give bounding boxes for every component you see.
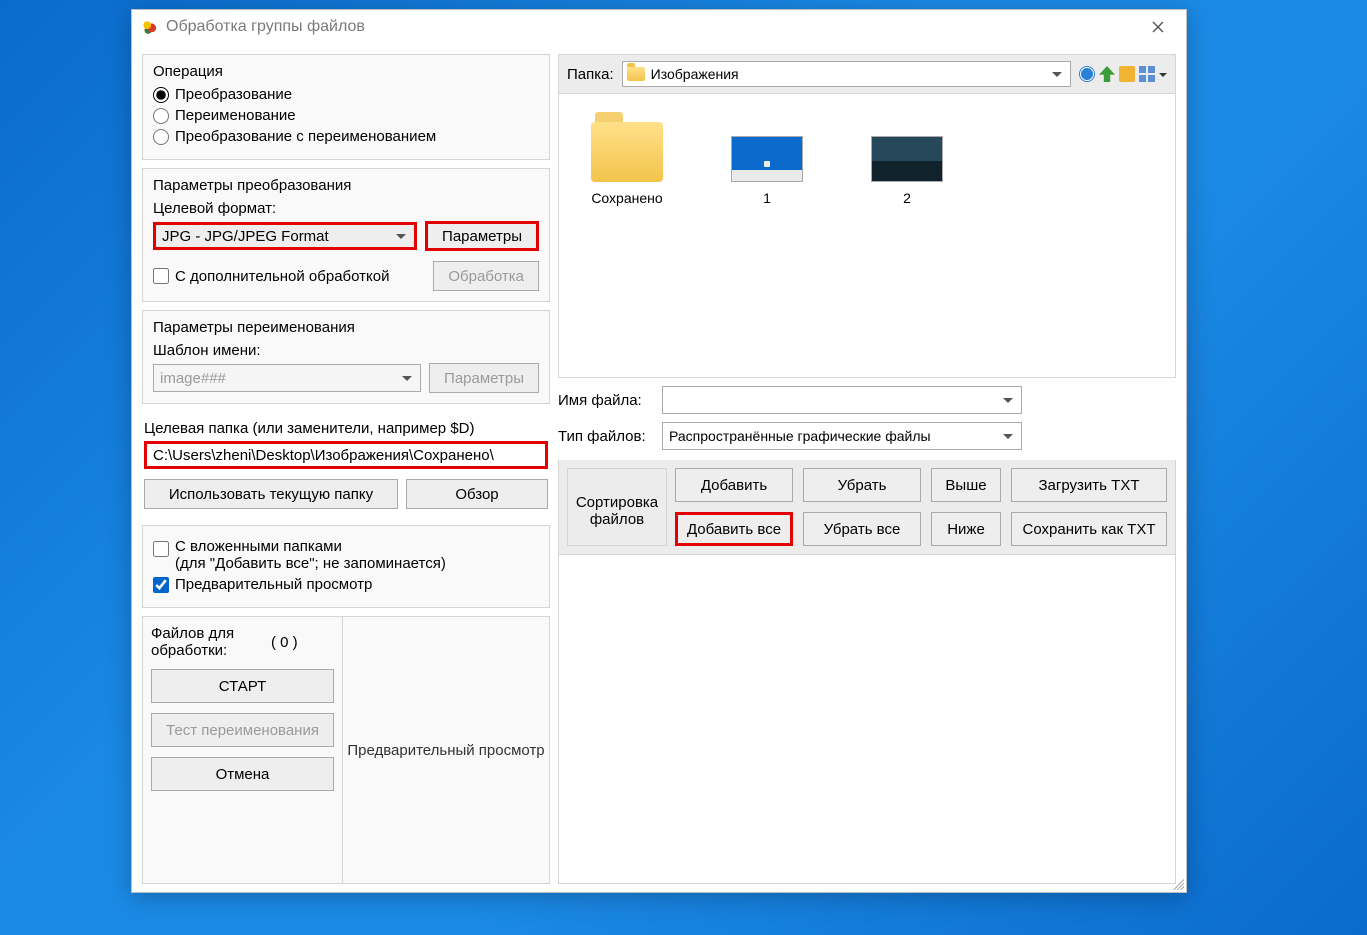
view-grid-icon[interactable] <box>1139 66 1155 82</box>
start-button[interactable]: СТАРТ <box>151 669 334 703</box>
filetype-value: Распространённые графические файлы <box>669 428 931 444</box>
target-format-select[interactable]: JPG - JPG/JPEG Format <box>153 222 417 250</box>
move-down-button[interactable]: Ниже <box>931 512 1001 546</box>
cancel-button[interactable]: Отмена <box>151 757 334 791</box>
target-folder-group: Целевая папка (или заменители, например … <box>142 412 550 517</box>
preview-checkbox[interactable] <box>153 577 169 593</box>
radio-convert[interactable]: Преобразование <box>153 86 539 103</box>
app-icon <box>140 18 158 36</box>
convert-params-group: Параметры преобразования Целевой формат:… <box>142 168 550 302</box>
processing-button[interactable]: Обработка <box>433 261 539 291</box>
filetype-combo[interactable]: Распространённые графические файлы <box>662 422 1022 450</box>
preview-label: Предварительный просмотр <box>175 576 372 593</box>
name-template-label: Шаблон имени: <box>153 342 539 359</box>
radio-convert-label: Преобразование <box>175 86 292 103</box>
browse-button[interactable]: Обзор <box>406 479 548 509</box>
view-dropdown-icon[interactable] <box>1159 73 1167 81</box>
preview-panel: Предварительный просмотр <box>343 617 549 883</box>
files-for-processing-label: Файлов для обработки: <box>151 625 261 659</box>
resize-grip[interactable] <box>1170 876 1184 890</box>
thumb-label: 2 <box>857 190 957 206</box>
window-title: Обработка группы файлов <box>166 18 365 36</box>
with-processing-checkbox[interactable] <box>153 268 169 284</box>
radio-rename-label: Переименование <box>175 107 296 124</box>
thumb-item[interactable]: 2 <box>857 112 957 369</box>
use-current-folder-button[interactable]: Использовать текущую папку <box>144 479 398 509</box>
with-processing-label: С дополнительной обработкой <box>175 268 389 285</box>
action-row: Сортировка файлов Добавить Убрать Выше З… <box>558 460 1176 555</box>
name-template-value: image### <box>160 370 226 387</box>
preview-check[interactable]: Предварительный просмотр <box>153 576 539 593</box>
subfolders-check[interactable]: С вложенными папками (для "Добавить все"… <box>153 538 539 572</box>
save-txt-button[interactable]: Сохранить как TXT <box>1011 512 1167 546</box>
file-list[interactable] <box>558 555 1176 884</box>
filename-combo[interactable] <box>662 386 1022 414</box>
run-group: Файлов для обработки: ( 0 ) СТАРТ Тест п… <box>142 616 550 884</box>
web-icon[interactable] <box>1079 66 1095 82</box>
filename-row: Имя файла: <box>558 386 1176 414</box>
folder-bar: Папка: Изображения <box>558 54 1176 94</box>
radio-convert-rename-input[interactable] <box>153 129 169 145</box>
target-folder-label: Целевая папка (или заменители, например … <box>144 420 548 437</box>
move-up-button[interactable]: Выше <box>931 468 1001 502</box>
rename-params-title: Параметры переименования <box>153 319 539 336</box>
filetype-label: Тип файлов: <box>558 428 654 445</box>
load-txt-button[interactable]: Загрузить TXT <box>1011 468 1167 502</box>
add-button[interactable]: Добавить <box>675 468 793 502</box>
preview-panel-title: Предварительный просмотр <box>347 742 544 759</box>
open-folder-icon[interactable] <box>1119 66 1135 82</box>
radio-rename[interactable]: Переименование <box>153 107 539 124</box>
rename-params-button[interactable]: Параметры <box>429 363 539 393</box>
thumb-label: 1 <box>717 190 817 206</box>
thumb-item[interactable]: Сохранено <box>577 112 677 369</box>
options-group: С вложенными папками (для "Добавить все"… <box>142 525 550 608</box>
test-rename-button[interactable]: Тест переименования <box>151 713 334 747</box>
image-thumbnail <box>871 136 943 182</box>
thumb-item[interactable]: 1 <box>717 112 817 369</box>
thumbnail-pane[interactable]: Сохранено 1 2 <box>558 94 1176 378</box>
thumb-label: Сохранено <box>577 190 677 206</box>
up-icon[interactable] <box>1099 66 1115 82</box>
folder-toolbar <box>1079 66 1167 82</box>
convert-params-button[interactable]: Параметры <box>425 221 539 251</box>
folder-select[interactable]: Изображения <box>622 61 1071 87</box>
close-button[interactable] <box>1136 13 1180 41</box>
sort-files-button[interactable]: Сортировка файлов <box>567 468 667 546</box>
subfolders-label: С вложенными папками (для "Добавить все"… <box>175 538 446 572</box>
folder-selected: Изображения <box>651 66 739 82</box>
files-count: ( 0 ) <box>271 634 298 651</box>
radio-convert-rename-label: Преобразование с переименованием <box>175 128 436 145</box>
target-folder-input[interactable] <box>144 441 548 469</box>
close-icon <box>1152 21 1164 33</box>
filetype-row: Тип файлов: Распространённые графические… <box>558 422 1176 450</box>
folder-icon <box>627 67 645 81</box>
batch-dialog: Обработка группы файлов Операция Преобра… <box>131 9 1187 893</box>
operation-group-title: Операция <box>153 63 539 80</box>
target-format-value: JPG - JPG/JPEG Format <box>162 228 329 245</box>
image-thumbnail <box>731 136 803 182</box>
titlebar: Обработка группы файлов <box>132 10 1186 44</box>
with-processing-check[interactable]: С дополнительной обработкой <box>153 268 389 285</box>
rename-params-group: Параметры переименования Шаблон имени: i… <box>142 310 550 404</box>
radio-convert-rename[interactable]: Преобразование с переименованием <box>153 128 539 145</box>
subfolders-checkbox[interactable] <box>153 541 169 557</box>
folder-icon <box>591 122 663 182</box>
radio-convert-input[interactable] <box>153 87 169 103</box>
convert-params-title: Параметры преобразования <box>153 177 539 194</box>
name-template-select[interactable]: image### <box>153 364 421 392</box>
remove-all-button[interactable]: Убрать все <box>803 512 921 546</box>
folder-label: Папка: <box>567 66 614 83</box>
radio-rename-input[interactable] <box>153 108 169 124</box>
target-format-label: Целевой формат: <box>153 200 539 217</box>
filename-label: Имя файла: <box>558 392 654 409</box>
add-all-button[interactable]: Добавить все <box>675 512 793 546</box>
remove-button[interactable]: Убрать <box>803 468 921 502</box>
operation-group: Операция Преобразование Переименование П… <box>142 54 550 160</box>
